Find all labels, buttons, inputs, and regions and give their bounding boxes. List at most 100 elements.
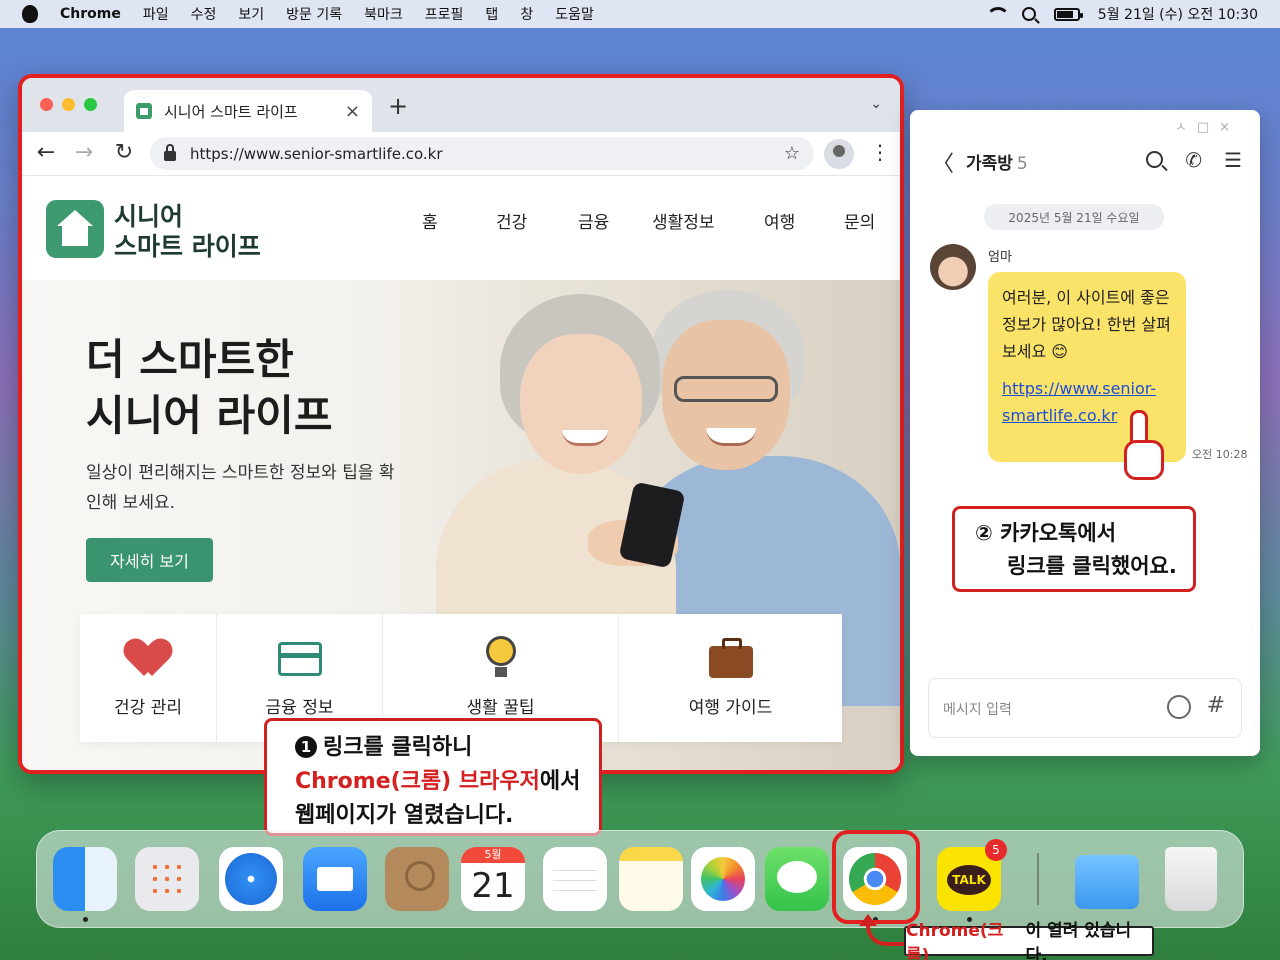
tab-search-chevron-icon[interactable]: ⌄	[870, 96, 882, 112]
menu-app-name[interactable]: Chrome	[60, 6, 121, 22]
hashtag-icon[interactable]: #	[1207, 693, 1225, 718]
menu-file[interactable]: 파일	[143, 4, 169, 24]
chat-menu-icon[interactable]: ☰	[1224, 148, 1242, 172]
nav-contact[interactable]: 문의	[844, 208, 875, 233]
hero-photo-grandma-face	[520, 334, 642, 474]
credit-card-icon	[277, 642, 322, 676]
heart-icon	[128, 640, 168, 676]
menu-bookmarks[interactable]: 북마크	[364, 4, 403, 24]
chrome-note-text: 이 열려 있습니다.	[1025, 921, 1132, 960]
kakaotalk-badge: 5	[985, 839, 1007, 861]
contacts-icon[interactable]	[385, 847, 449, 911]
nav-finance[interactable]: 금융	[578, 208, 652, 233]
call-icon[interactable]: ✆	[1185, 148, 1202, 172]
profile-avatar-icon[interactable]	[824, 139, 854, 169]
callout-1-text-2: 에서	[539, 769, 581, 794]
notes-icon[interactable]	[619, 847, 683, 911]
nav-health[interactable]: 건강	[496, 208, 578, 233]
chrome-icon-highlight	[832, 830, 920, 924]
callout-1-line-3: 웹페이지가 열렸습니다.	[295, 803, 514, 828]
battery-icon[interactable]	[1053, 7, 1083, 21]
menu-help[interactable]: 도움말	[555, 4, 594, 24]
chrome-menu-icon[interactable]: ⋮	[870, 140, 890, 164]
nav-home[interactable]: 홈	[422, 208, 496, 233]
card-health[interactable]: 건강 관리	[80, 614, 217, 742]
light-bulb-icon	[485, 636, 516, 677]
chat-date-divider: 2025년 5월 21일 수요일	[984, 204, 1164, 230]
chat-room-name: 가족방	[966, 154, 1013, 174]
downloads-folder-icon[interactable]	[1075, 855, 1139, 909]
lock-icon[interactable]	[164, 143, 176, 161]
sender-name: 엄마	[988, 250, 1012, 265]
calendar-icon[interactable]: 5월 21	[461, 847, 525, 911]
bookmark-star-icon[interactable]: ☆	[784, 143, 800, 164]
message-input[interactable]: 메시지 입력 #	[928, 678, 1242, 738]
tab-close-icon[interactable]: ×	[345, 101, 360, 122]
card-travel[interactable]: 여행 가이드	[619, 614, 842, 742]
nav-life-info[interactable]: 생활정보	[652, 208, 764, 233]
callout-1-line-2: Chrome(크롬) 브라우저에서	[295, 765, 599, 799]
menu-view[interactable]: 보기	[238, 4, 264, 24]
callout-1-line-1: 1 링크를 클릭하니	[295, 731, 599, 765]
reminders-icon[interactable]	[543, 847, 607, 911]
browser-tab[interactable]: 시니어 스마트 라이프 ×	[124, 90, 372, 132]
menu-window[interactable]: 창	[520, 4, 533, 24]
arrow-icon	[859, 914, 906, 946]
chat-search-icon[interactable]	[1146, 151, 1164, 168]
card-life-tips-label: 생활 꿀팁	[466, 698, 535, 718]
callout-1-highlight: Chrome(크롬) 브라우저	[295, 769, 540, 794]
callout-step-1: 1 링크를 클릭하니 Chrome(크롬) 브라우저에서 웹페이지가 열렸습니다.	[264, 718, 602, 836]
chrome-open-note: Chrome(크롬) 이 열려 있습니다.	[904, 921, 1154, 960]
menu-history[interactable]: 방문 기록	[286, 4, 342, 24]
photos-icon[interactable]	[691, 847, 755, 911]
site-logo-text[interactable]: 시니어 스마트 라이프	[114, 202, 261, 262]
chat-back-button[interactable]: 〈	[932, 146, 954, 178]
launchpad-icon[interactable]	[135, 847, 199, 911]
browser-toolbar: ← → ↻ https://www.senior-smartlife.co.kr…	[22, 132, 900, 176]
message-input-placeholder[interactable]: 메시지 입력	[943, 699, 1012, 719]
chat-header-icons: ✆ ☰	[1146, 148, 1242, 172]
nav-travel[interactable]: 여행	[764, 208, 844, 233]
tab-strip: 시니어 스마트 라이프 × + ⌄	[22, 78, 900, 132]
learn-more-button[interactable]: 자세히 보기	[86, 538, 213, 582]
spotlight-search-icon[interactable]	[1021, 7, 1036, 21]
menu-edit[interactable]: 수정	[191, 4, 217, 24]
forward-button[interactable]: →	[70, 140, 98, 165]
finder-icon[interactable]	[53, 847, 117, 911]
hero-title-line-2: 시니어 라이프	[86, 391, 333, 440]
emoji-icon[interactable]	[1167, 695, 1191, 719]
menu-clock[interactable]: 5월 21일 (수) 오전 10:30	[1098, 4, 1258, 24]
reload-button[interactable]: ↻	[110, 140, 138, 165]
back-button[interactable]: ←	[32, 140, 60, 165]
logo-line-2: 스마트 라이프	[114, 232, 261, 261]
mail-icon[interactable]	[303, 847, 367, 911]
wifi-icon[interactable]	[985, 7, 1010, 21]
kakao-window-controls[interactable]: ㅅ□×	[1175, 116, 1240, 135]
site-nav: 홈 건강 금융 생활정보 여행 문의	[422, 208, 875, 233]
minimize-window-button[interactable]	[62, 98, 75, 111]
dock-separator	[1037, 853, 1039, 905]
new-tab-button[interactable]: +	[388, 92, 408, 120]
safari-icon[interactable]	[219, 847, 283, 911]
address-url[interactable]: https://www.senior-smartlife.co.kr	[190, 145, 443, 163]
callout-2-text-1: 카카오톡에서	[1000, 521, 1117, 545]
trash-icon[interactable]	[1165, 847, 1217, 911]
chat-room-title: 가족방 5	[966, 149, 1028, 174]
house-logo-icon[interactable]	[46, 200, 104, 258]
messages-icon[interactable]	[765, 847, 829, 911]
callout-step-2: ② 카카오톡에서 링크를 클릭했어요.	[952, 506, 1196, 592]
logo-line-1: 시니어	[114, 202, 184, 231]
sender-avatar[interactable]	[930, 244, 976, 290]
chrome-window: 시니어 스마트 라이프 × + ⌄ ← → ↻ https://www.seni…	[18, 74, 904, 774]
zoom-window-button[interactable]	[84, 98, 97, 111]
menu-profiles[interactable]: 프로필	[425, 4, 464, 24]
dock: 5월 21 TALK 5	[36, 830, 1244, 928]
hero-photo-glasses	[674, 376, 778, 402]
chat-member-count: 5	[1016, 154, 1028, 174]
web-page: 시니어 스마트 라이프 홈 건강 금융 생활정보 여행 문의 더 스마트한 시니…	[22, 176, 900, 770]
close-window-button[interactable]	[40, 98, 53, 111]
apple-icon[interactable]	[22, 5, 38, 23]
kakaotalk-icon[interactable]: TALK 5	[937, 839, 1007, 911]
address-bar[interactable]: https://www.senior-smartlife.co.kr ☆	[150, 137, 814, 170]
menu-tab[interactable]: 탭	[485, 4, 498, 24]
